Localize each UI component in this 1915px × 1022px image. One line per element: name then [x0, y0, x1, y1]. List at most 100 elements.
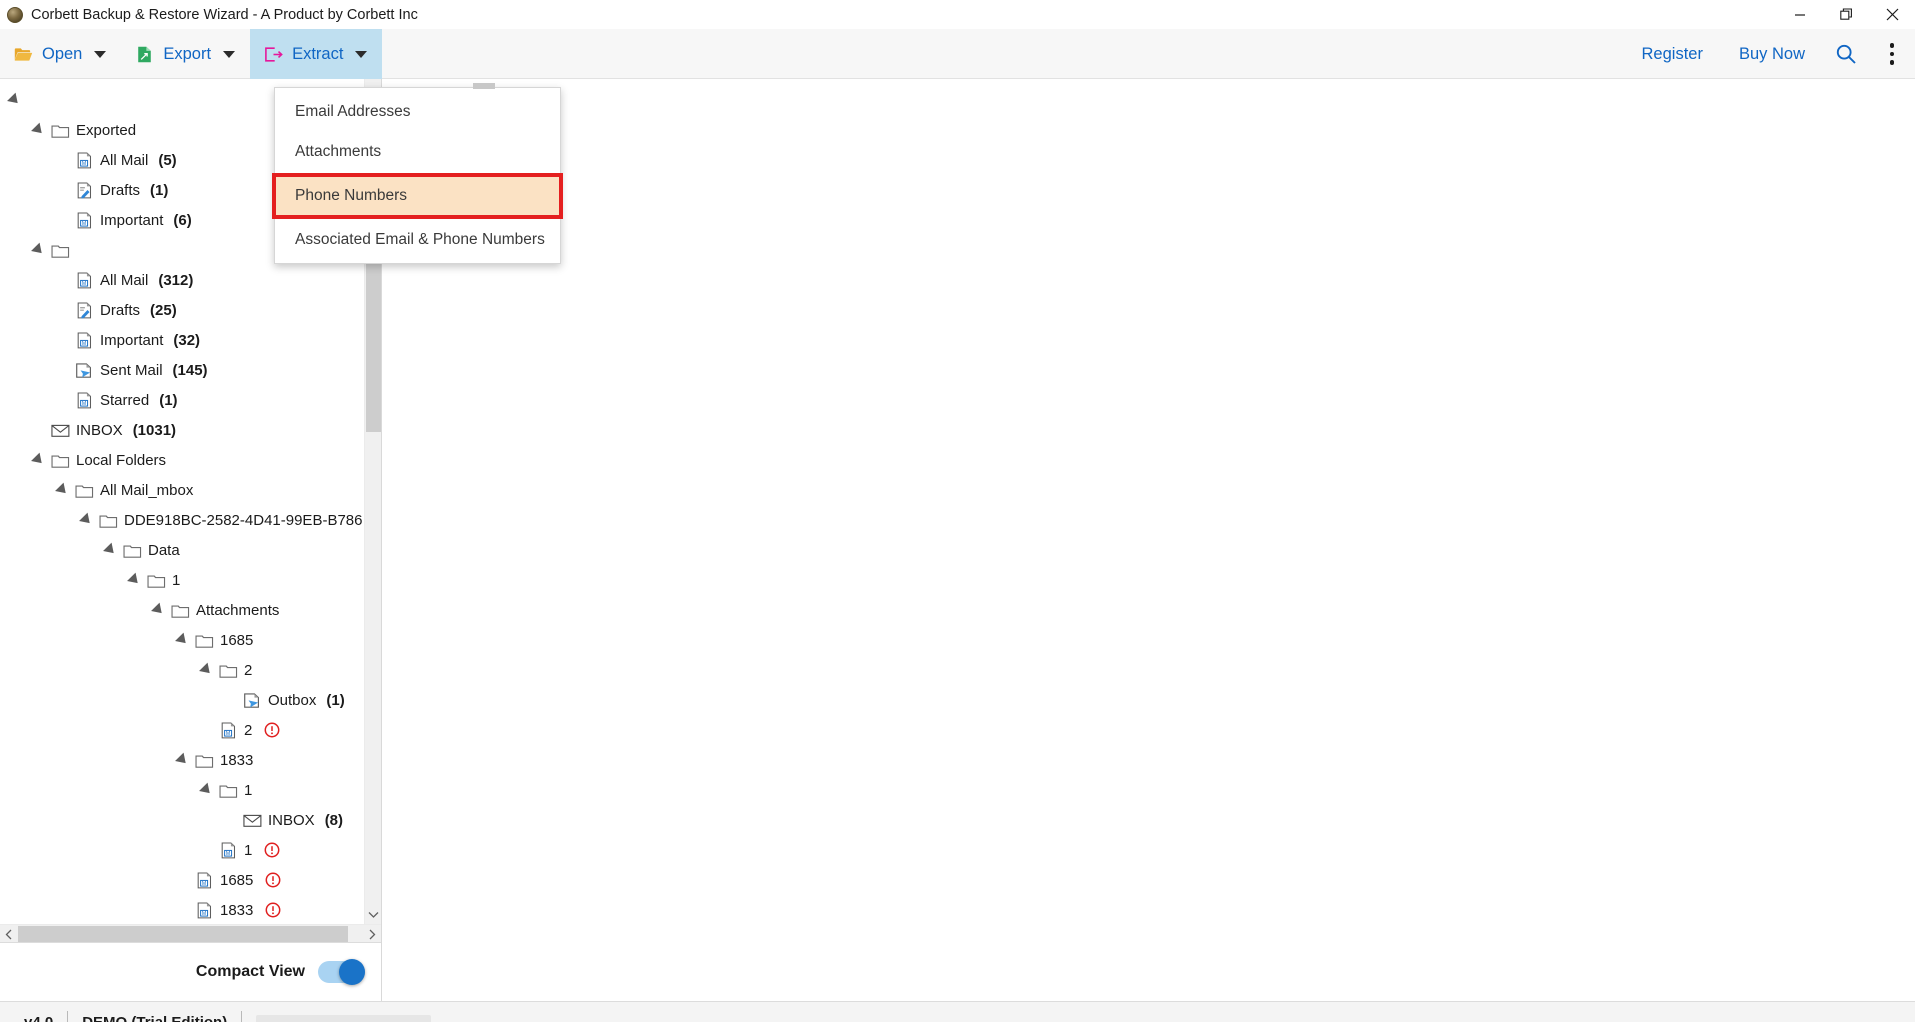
title-bar-left: Corbett Backup & Restore Wizard - A Prod… [0, 6, 418, 23]
menu-grip [473, 83, 495, 89]
scroll-right-icon[interactable] [363, 925, 381, 943]
main-content-panel [382, 79, 1915, 1001]
chevron-expanded-icon[interactable] [151, 602, 166, 618]
tree-node[interactable]: Sent Mail (145) [0, 355, 381, 385]
extract-dropdown-menu: Email Addresses Attachments Phone Number… [272, 83, 563, 264]
minimize-icon[interactable] [1777, 0, 1823, 29]
close-icon[interactable] [1869, 0, 1915, 29]
kebab-menu-icon[interactable] [1869, 29, 1915, 79]
extract-button[interactable]: Extract [250, 29, 383, 79]
tree-node[interactable]: All Mail_mbox [0, 475, 381, 505]
chevron-expanded-icon[interactable] [31, 122, 46, 138]
tree-node[interactable]: M Starred (1) [0, 385, 381, 415]
chevron-expanded-icon[interactable] [31, 452, 46, 468]
tree-node-count: (312) [158, 271, 194, 289]
open-button[interactable]: Open [0, 29, 121, 79]
chevron-expanded-icon[interactable] [79, 512, 94, 528]
chevron-expanded-icon[interactable] [31, 242, 46, 258]
svg-text:M: M [82, 221, 86, 227]
chevron-expanded-icon[interactable] [7, 92, 22, 108]
tree-node[interactable]: 1685 [0, 625, 381, 655]
tree-node-label: All Mail [100, 151, 149, 169]
tree-node-count: (32) [173, 331, 201, 349]
error-icon [265, 872, 281, 888]
tree-node[interactable]: 2 [0, 655, 381, 685]
error-icon [264, 722, 280, 738]
svg-text:M: M [82, 401, 86, 407]
tree-node[interactable]: M All Mail (312) [0, 265, 381, 295]
tree-node-label: Exported [76, 121, 137, 139]
window-controls [1777, 0, 1915, 29]
main-toolbar: Open Export Extract Register Buy Now [0, 29, 1915, 79]
tree-node[interactable]: M 1685 [0, 865, 381, 895]
error-icon [264, 842, 280, 858]
tree-node[interactable]: 1 [0, 565, 381, 595]
search-icon[interactable] [1823, 29, 1869, 79]
tree-node-count: (25) [150, 301, 177, 319]
tree-node[interactable]: Attachments [0, 595, 381, 625]
chevron-down-icon[interactable] [223, 50, 236, 58]
app-globe-icon [7, 6, 23, 23]
tree-node-count: (1) [150, 181, 169, 199]
tree-node-count: (6) [173, 211, 192, 229]
tree-node[interactable]: DDE918BC-2582-4D41-99EB-B786 [0, 505, 381, 535]
chevron-expanded-icon[interactable] [199, 662, 214, 678]
mail-doc-icon: M [219, 721, 238, 739]
chevron-expanded-icon[interactable] [199, 782, 214, 798]
title-bar: Corbett Backup & Restore Wizard - A Prod… [0, 0, 1915, 29]
svg-text:M: M [202, 881, 206, 887]
status-bar: v4.0 DEMO (Trial Edition) [0, 1001, 1915, 1022]
toggle-knob [339, 959, 365, 985]
compact-view-toggle[interactable] [318, 959, 365, 985]
tree-node-label: Local Folders [76, 451, 167, 469]
tree-node-label: Data [148, 541, 180, 559]
status-placeholder [256, 1014, 432, 1022]
tree-node[interactable]: Drafts (25) [0, 295, 381, 325]
folder-icon [147, 572, 166, 589]
tree-node[interactable]: Data [0, 535, 381, 565]
mail-doc-icon: M [75, 211, 94, 229]
tree-node[interactable]: M 1833 [0, 895, 381, 924]
svg-text:M: M [82, 341, 86, 347]
mail-doc-icon: M [75, 151, 94, 169]
tree-node[interactable]: 1833 [0, 745, 381, 775]
menu-item-associated-email-phone-numbers[interactable]: Associated Email & Phone Numbers [275, 220, 560, 260]
menu-item-attachments[interactable]: Attachments [275, 132, 560, 172]
register-link[interactable]: Register [1624, 45, 1721, 64]
tree-node-label: 2 [244, 661, 253, 679]
tree-node[interactable]: M1 [0, 835, 381, 865]
drafts-icon [75, 301, 94, 319]
menu-item-phone-numbers[interactable]: Phone Numbers [272, 173, 563, 219]
tree-node-label: INBOX [76, 421, 123, 439]
sent-mail-icon [243, 692, 262, 709]
restore-icon[interactable] [1823, 0, 1869, 29]
drafts-icon [75, 181, 94, 199]
tree-node-label: 1685 [220, 631, 254, 649]
tree-node[interactable]: Local Folders [0, 445, 381, 475]
menu-item-email-addresses[interactable]: Email Addresses [275, 92, 560, 132]
tree-horizontal-scrollbar[interactable] [0, 924, 381, 942]
chevron-down-icon[interactable] [94, 50, 107, 58]
svg-text:M: M [202, 911, 206, 917]
tree-node[interactable]: INBOX (1031) [0, 415, 381, 445]
chevron-expanded-icon[interactable] [55, 482, 70, 498]
scroll-left-icon[interactable] [0, 925, 18, 943]
folder-icon [51, 452, 70, 469]
mail-doc-icon: M [195, 871, 214, 889]
export-button[interactable]: Export [121, 29, 250, 79]
tree-node[interactable]: 1 [0, 775, 381, 805]
chevron-expanded-icon[interactable] [103, 542, 118, 558]
buy-now-link[interactable]: Buy Now [1721, 45, 1823, 64]
tree-node[interactable]: Outbox (1) [0, 685, 381, 715]
folder-icon [99, 512, 118, 529]
chevron-down-icon[interactable] [355, 50, 368, 58]
tree-node[interactable]: INBOX (8) [0, 805, 381, 835]
tree-node[interactable]: M2 [0, 715, 381, 745]
chevron-expanded-icon[interactable] [175, 632, 190, 648]
chevron-expanded-icon[interactable] [175, 752, 190, 768]
tree-node-count: (1) [159, 391, 178, 409]
scroll-down-icon[interactable] [365, 906, 381, 924]
tree-node[interactable]: M Important (32) [0, 325, 381, 355]
chevron-expanded-icon[interactable] [127, 572, 142, 588]
tree-horizontal-scroll-thumb[interactable] [18, 926, 348, 942]
